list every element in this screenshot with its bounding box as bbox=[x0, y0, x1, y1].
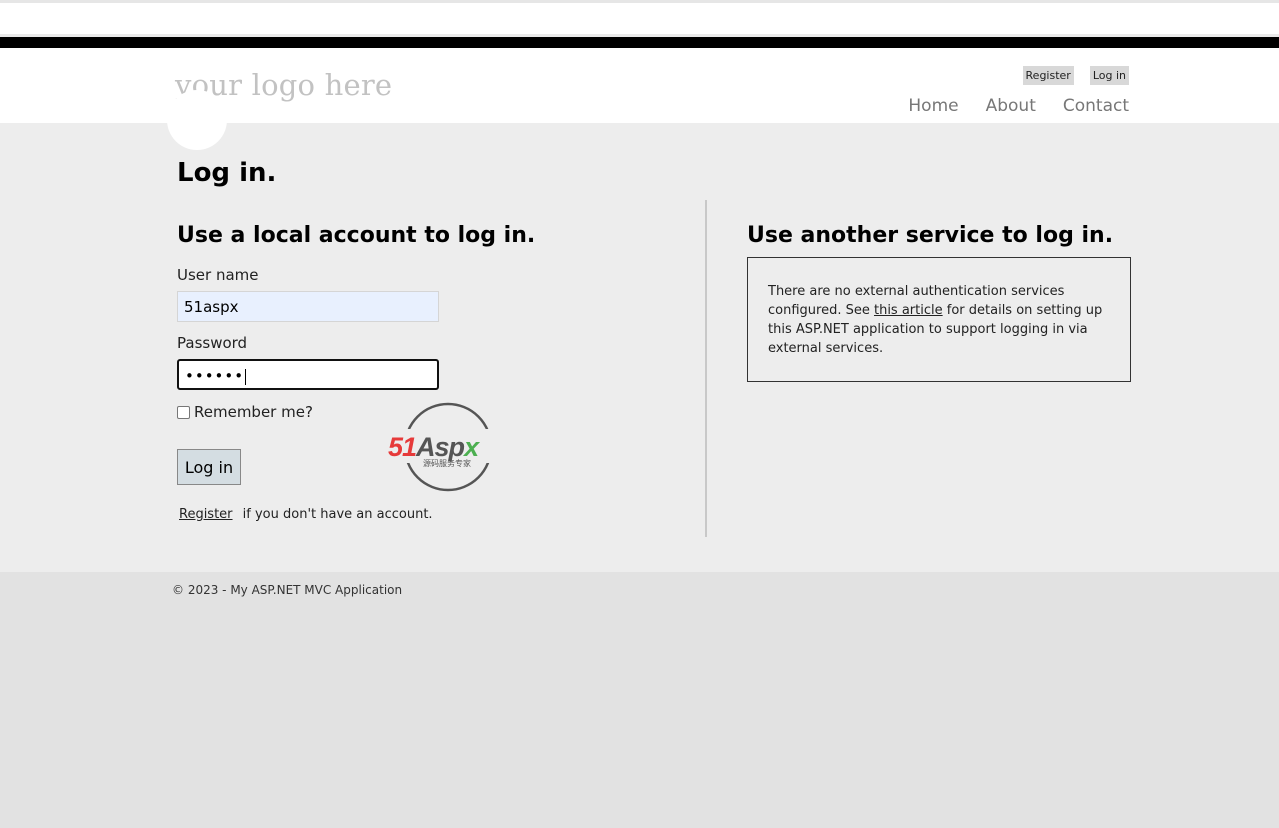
password-input[interactable]: •••••• bbox=[177, 359, 439, 390]
remember-me-label[interactable]: Remember me? bbox=[194, 403, 313, 421]
column-divider bbox=[705, 200, 707, 537]
copyright-text: © 2023 - My ASP.NET MVC Application bbox=[172, 583, 403, 597]
password-value: •••••• bbox=[185, 367, 245, 385]
badge-subtitle: 源码服务专家 bbox=[423, 458, 471, 468]
logo-circle-decoration bbox=[167, 90, 227, 150]
username-input[interactable]: 51aspx bbox=[177, 291, 439, 322]
nav-about[interactable]: About bbox=[986, 96, 1036, 116]
login-links: Register Log in bbox=[1022, 66, 1129, 85]
username-label: User name bbox=[177, 266, 259, 284]
remember-me-checkbox[interactable] bbox=[177, 406, 190, 419]
external-login-section: Use another service to log in. There are… bbox=[747, 223, 1132, 382]
password-label: Password bbox=[177, 334, 248, 352]
site-footer: © 2023 - My ASP.NET MVC Application bbox=[0, 572, 1279, 828]
login-button[interactable]: Log in bbox=[177, 449, 241, 485]
external-services-message: There are no external authentication ser… bbox=[747, 257, 1131, 382]
main-content: Log in. Use a local account to log in. U… bbox=[0, 123, 1279, 572]
local-login-section: Use a local account to log in. User name… bbox=[177, 223, 697, 543]
top-strip bbox=[0, 0, 1279, 37]
page-title: Log in. bbox=[177, 158, 277, 188]
external-login-heading: Use another service to log in. bbox=[747, 223, 1114, 248]
local-login-heading: Use a local account to log in. bbox=[177, 223, 536, 248]
register-prompt: Register if you don't have an account. bbox=[179, 507, 433, 522]
top-black-bar bbox=[0, 37, 1279, 48]
this-article-link[interactable]: this article bbox=[874, 303, 943, 318]
header-login-link[interactable]: Log in bbox=[1089, 66, 1129, 85]
svg-text:51Aspx: 51Aspx bbox=[388, 432, 480, 462]
header-register-link[interactable]: Register bbox=[1022, 66, 1074, 85]
nav-contact[interactable]: Contact bbox=[1063, 96, 1129, 116]
51aspx-badge-logo: 51Aspx 源码服务专家 bbox=[386, 402, 514, 492]
register-suffix: if you don't have an account. bbox=[242, 507, 433, 522]
text-cursor bbox=[245, 368, 247, 385]
register-link[interactable]: Register bbox=[179, 507, 233, 522]
main-nav: Home About Contact bbox=[908, 96, 1129, 116]
nav-home[interactable]: Home bbox=[908, 96, 958, 116]
